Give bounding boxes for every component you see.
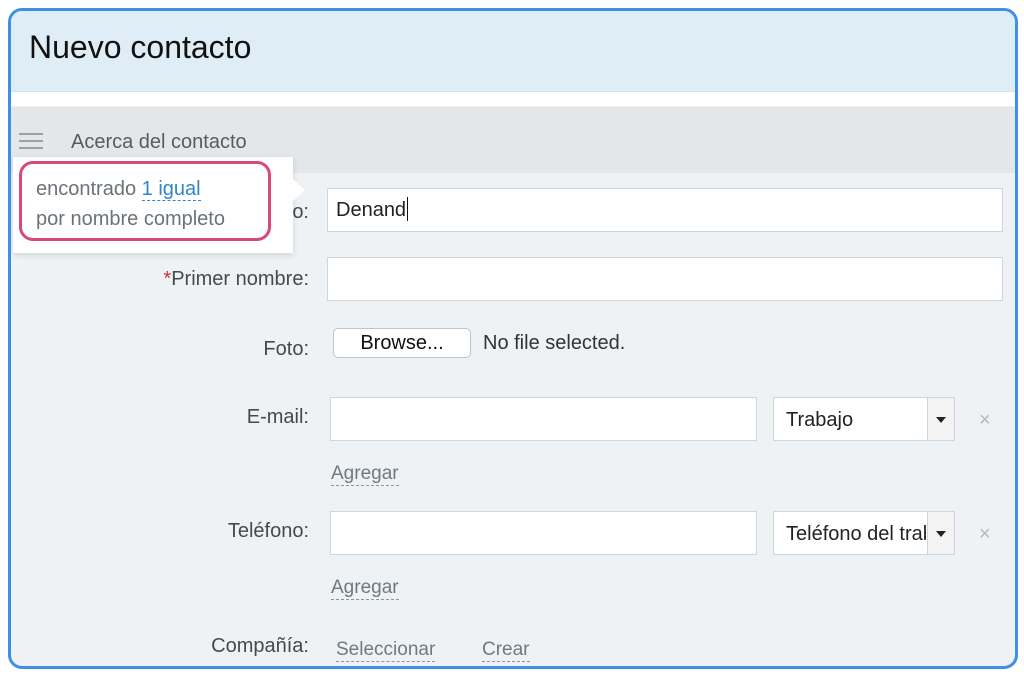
create-company-link[interactable]: Crear	[482, 639, 530, 662]
chevron-down-icon[interactable]	[927, 512, 954, 554]
duplicate-highlight: encontrado 1 igual por nombre completo	[19, 161, 271, 241]
browse-button[interactable]: Browse...	[333, 328, 471, 358]
chevron-down-icon[interactable]	[927, 398, 954, 440]
email-type-value: Trabajo	[786, 409, 854, 431]
last-name-input[interactable]: Denand	[327, 188, 1003, 232]
phone-label: Teléfono:	[227, 520, 309, 542]
select-company-link[interactable]: Seleccionar	[336, 639, 436, 662]
header-bar: Nuevo contacto	[11, 11, 1015, 92]
phone-type-value: Teléfono del trabajo	[786, 523, 926, 545]
contact-form-window: Nuevo contacto Acerca del contacto o: De…	[8, 8, 1018, 669]
add-phone-link[interactable]: Agregar	[331, 577, 399, 600]
divider	[11, 92, 1015, 106]
email-input[interactable]	[330, 397, 757, 441]
email-type-select[interactable]: Trabajo	[773, 397, 955, 441]
first-name-label: *Primer nombre:	[111, 268, 309, 291]
company-label: Compañía:	[211, 635, 309, 657]
phone-input[interactable]	[330, 511, 757, 555]
text-caret	[407, 196, 409, 221]
add-email-link[interactable]: Agregar	[331, 463, 399, 486]
duplicate-message-line1: encontrado 1 igual	[36, 178, 201, 201]
hamburger-menu-icon[interactable]	[19, 133, 43, 149]
popup-pointer	[293, 179, 305, 201]
duplicate-message-line2: por nombre completo	[36, 208, 225, 230]
page-title: Nuevo contacto	[29, 29, 252, 65]
file-status: No file selected.	[483, 332, 626, 354]
email-label: E-mail:	[246, 406, 309, 428]
phone-type-select[interactable]: Teléfono del trabajo	[773, 511, 955, 555]
close-icon[interactable]: ×	[979, 523, 991, 546]
close-icon[interactable]: ×	[979, 409, 991, 432]
photo-label: Foto:	[263, 338, 309, 360]
duplicate-prefix: encontrado	[36, 178, 142, 200]
duplicate-match-link[interactable]: 1 igual	[141, 178, 201, 201]
first-name-label-text: Primer nombre:	[171, 268, 309, 290]
section-title: Acerca del contacto	[71, 131, 247, 153]
last-name-value: Denand	[336, 199, 407, 221]
first-name-input[interactable]	[327, 257, 1003, 301]
